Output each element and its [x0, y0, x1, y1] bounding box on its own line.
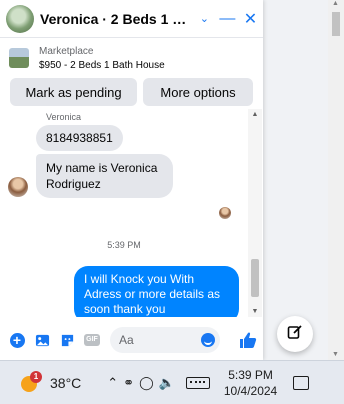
message-bubble[interactable]: My name is Veronica Rodriguez	[36, 154, 173, 198]
add-icon[interactable]: +	[8, 331, 26, 349]
contact-avatar[interactable]	[6, 4, 34, 33]
clock-time: 5:39 PM	[228, 367, 273, 382]
gif-icon[interactable]: GIF	[83, 331, 101, 349]
composer: + GIF	[0, 320, 263, 360]
listing-summary: $950 - 2 Beds 1 Bath House	[39, 59, 165, 71]
scroll-up-icon[interactable]: ▲	[332, 0, 339, 7]
my-message-bubble[interactable]: I will Knock you With Adress or more det…	[74, 266, 239, 317]
photo-icon[interactable]	[33, 331, 51, 349]
sender-avatar[interactable]	[8, 177, 28, 197]
scrollbar-thumb[interactable]	[332, 12, 340, 36]
chevron-up-icon[interactable]: ⌃	[107, 375, 118, 391]
message-list: Veronica 8184938851 My name is Veronica …	[0, 109, 263, 317]
mark-as-pending-button[interactable]: Mark as pending	[10, 78, 137, 106]
message-scrollbar[interactable]: ▲ ▼	[248, 109, 262, 317]
message-input-box[interactable]	[110, 327, 220, 353]
scroll-down-icon[interactable]: ▼	[248, 308, 262, 315]
taskbar: 1 38°C ⌃ ⚭ ◯ 🔈 5:39 PM 10/4/2024	[0, 360, 344, 404]
listing-actions: Mark as pending More options	[0, 78, 263, 106]
clock[interactable]: 5:39 PM 10/4/2024	[224, 367, 277, 399]
chat-header: Veronica · 2 Beds 1 Bath H… ⌄ — ✕	[0, 0, 263, 38]
like-icon[interactable]	[239, 331, 257, 354]
message-bubble[interactable]: 8184938851	[36, 125, 123, 151]
compose-icon	[287, 324, 303, 344]
weather-badge: 1	[30, 370, 42, 383]
notification-icon[interactable]	[293, 375, 310, 390]
chat-title[interactable]: Veronica · 2 Beds 1 Bath H…	[40, 11, 190, 27]
sender-name: Veronica	[46, 112, 82, 122]
message-timestamp: 5:39 PM	[107, 240, 141, 250]
system-tray: ⌃ ⚭ ◯ 🔈	[107, 375, 210, 391]
volume-icon[interactable]: 🔈	[159, 375, 175, 391]
chat-window: Veronica · 2 Beds 1 Bath H… ⌄ — ✕ Market…	[0, 0, 263, 360]
more-options-button[interactable]: More options	[143, 78, 253, 106]
close-icon[interactable]: ✕	[242, 9, 259, 29]
keyboard-icon[interactable]	[185, 376, 210, 389]
listing-thumbnail	[9, 48, 29, 68]
message-input[interactable]	[119, 333, 199, 347]
gif-label: GIF	[84, 334, 100, 346]
sticker-icon[interactable]	[58, 331, 76, 349]
scrollbar-thumb[interactable]	[251, 259, 259, 297]
temperature: 38°C	[50, 374, 82, 391]
clock-date: 10/4/2024	[223, 383, 278, 398]
camera-icon[interactable]: ⚭	[123, 375, 134, 391]
seen-indicator-avatar	[219, 207, 231, 219]
emoji-icon[interactable]	[201, 333, 215, 347]
network-icon[interactable]: ◯	[139, 375, 154, 391]
chevron-down-icon[interactable]: ⌄	[196, 9, 213, 29]
scroll-down-icon[interactable]: ▼	[332, 351, 339, 358]
new-message-button[interactable]	[277, 316, 313, 352]
listing-source: Marketplace	[39, 45, 94, 57]
scroll-up-icon[interactable]: ▲	[248, 111, 262, 118]
listing-banner[interactable]: Marketplace $950 - 2 Beds 1 Bath House	[0, 38, 263, 78]
weather-icon: 1	[18, 370, 42, 392]
minimize-icon[interactable]: —	[219, 9, 236, 29]
page-scrollbar[interactable]: ▲ ▼	[328, 0, 344, 360]
weather-widget[interactable]: 1 38°C	[18, 370, 82, 392]
